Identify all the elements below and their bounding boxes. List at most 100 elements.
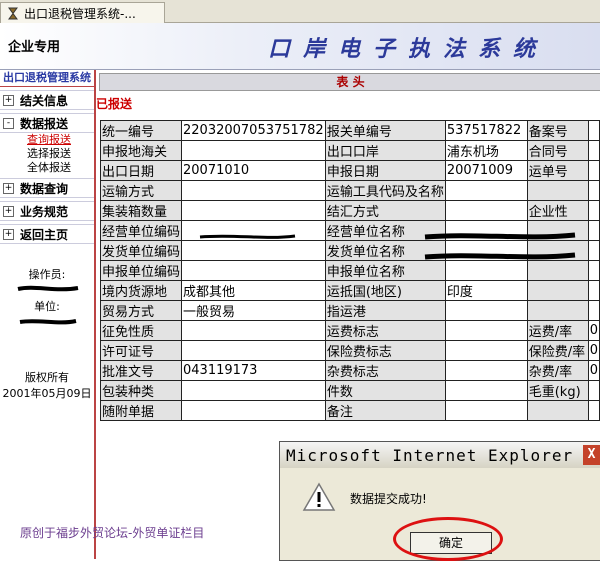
table-row: 征免性质 运费标志 运费/率 0 bbox=[99, 320, 600, 341]
field-value[interactable] bbox=[444, 340, 528, 361]
close-button[interactable]: X bbox=[583, 445, 600, 465]
field-value[interactable] bbox=[181, 320, 326, 341]
field-value[interactable] bbox=[587, 180, 600, 201]
field-label: 发货单位编码 bbox=[99, 240, 183, 261]
field-value[interactable]: 20071009 bbox=[444, 160, 528, 181]
highlight-circle bbox=[393, 517, 503, 561]
field-value[interactable] bbox=[444, 380, 528, 401]
system-name: 口岸电子执法系统 bbox=[268, 36, 549, 62]
hourglass-icon bbox=[6, 6, 20, 20]
table-row: 集装箱数量 结汇方式 企业性 bbox=[99, 200, 600, 221]
copyright-text: 版权所有 bbox=[25, 371, 69, 384]
field-label: 杂费/率 bbox=[526, 360, 589, 381]
field-label: 毛重(kg) bbox=[526, 380, 589, 401]
field-label: 申报日期 bbox=[324, 160, 446, 181]
field-label: 指运港 bbox=[324, 300, 446, 321]
field-value[interactable]: 0 bbox=[587, 320, 600, 341]
field-value[interactable]: 22032007053751782 bbox=[181, 120, 326, 141]
field-value[interactable]: 537517822 bbox=[444, 120, 528, 141]
field-label bbox=[526, 180, 589, 201]
expand-icon[interactable]: + bbox=[3, 182, 14, 194]
field-label: 运抵国(地区) bbox=[324, 280, 446, 301]
sidebar-item-customs-info[interactable]: + 结关信息 bbox=[0, 90, 94, 110]
header-banner: 企业专用 口岸电子执法系统 bbox=[0, 23, 600, 70]
field-value[interactable]: 0 bbox=[587, 340, 600, 361]
field-value[interactable] bbox=[444, 200, 528, 221]
sidebar-item-label: 返回主页 bbox=[20, 227, 69, 242]
sidebar-subitem-query-submit[interactable]: 查询报送 bbox=[27, 133, 94, 147]
field-value[interactable] bbox=[587, 120, 600, 141]
field-value[interactable] bbox=[587, 300, 600, 321]
field-label: 运输工具代码及名称 bbox=[324, 180, 446, 201]
field-value[interactable] bbox=[587, 380, 600, 401]
warning-icon bbox=[302, 482, 336, 515]
field-value[interactable]: 一般贸易 bbox=[181, 300, 326, 321]
field-label: 备案号 bbox=[526, 120, 589, 141]
field-value[interactable]: 20071010 bbox=[181, 160, 326, 181]
sidebar-item-label: 业务规范 bbox=[20, 204, 69, 219]
sidebar-subitem-select-submit[interactable]: 选择报送 bbox=[27, 147, 94, 161]
field-value[interactable] bbox=[444, 400, 528, 421]
field-label: 许可证号 bbox=[99, 340, 183, 361]
table-row: 随附单据 备注 bbox=[99, 400, 600, 421]
expand-icon[interactable]: + bbox=[3, 94, 14, 106]
field-label: 运单号 bbox=[526, 160, 589, 181]
field-value[interactable]: 0 bbox=[587, 360, 600, 381]
operator-label: 操作员: bbox=[28, 268, 66, 281]
field-label: 保险费标志 bbox=[324, 340, 446, 361]
field-label: 运输方式 bbox=[99, 180, 183, 201]
field-value[interactable]: 043119173 bbox=[181, 360, 326, 381]
field-value[interactable]: 成都其他 bbox=[181, 280, 326, 301]
field-value[interactable] bbox=[181, 380, 326, 401]
field-value[interactable] bbox=[444, 320, 528, 341]
table-row: 申报地海关 出口口岸 浦东机场 合同号 bbox=[99, 140, 600, 161]
sidebar-subitem-all-submit[interactable]: 全体报送 bbox=[27, 161, 94, 175]
copyright-date: 2001年05月09日 bbox=[2, 387, 92, 400]
field-label: 贸易方式 bbox=[99, 300, 183, 321]
field-value[interactable] bbox=[587, 200, 600, 221]
field-label: 件数 bbox=[324, 380, 446, 401]
dialog-title: Microsoft Internet Explorer bbox=[286, 445, 574, 465]
redaction-mark bbox=[0, 314, 94, 328]
redaction-mark bbox=[0, 282, 94, 296]
unit-label: 单位: bbox=[34, 300, 60, 313]
sidebar-item-business-rules[interactable]: + 业务规范 bbox=[0, 201, 94, 221]
field-label bbox=[526, 300, 589, 321]
field-value[interactable] bbox=[587, 160, 600, 181]
field-label: 出口日期 bbox=[99, 160, 183, 181]
sidebar-item-label: 数据报送 bbox=[20, 116, 69, 131]
field-value[interactable] bbox=[181, 400, 326, 421]
redaction-marks bbox=[199, 232, 576, 260]
sidebar-item-data-query[interactable]: + 数据查询 bbox=[0, 178, 94, 198]
table-row: 境内货源地 成都其他 运抵国(地区) 印度 bbox=[99, 280, 600, 301]
field-value[interactable] bbox=[181, 140, 326, 161]
collapse-icon[interactable]: - bbox=[3, 117, 14, 129]
sidebar: 出口退税管理系统 + 结关信息 - 数据报送 查询报送 选择报送 全体报送 + … bbox=[0, 70, 96, 559]
sidebar-item-data-submit[interactable]: - 数据报送 bbox=[0, 113, 94, 133]
field-value[interactable] bbox=[444, 360, 528, 381]
copyright: 版权所有 2001年05月09日 bbox=[0, 370, 94, 402]
sidebar-item-home[interactable]: + 返回主页 bbox=[0, 224, 94, 244]
field-label: 申报单位编码 bbox=[99, 260, 183, 281]
field-value[interactable]: 浦东机场 bbox=[444, 140, 528, 161]
field-label: 征免性质 bbox=[99, 320, 183, 341]
field-label: 批准文号 bbox=[99, 360, 183, 381]
browser-tab-strip: 出口退税管理系统-... bbox=[0, 0, 600, 23]
field-value[interactable] bbox=[587, 280, 600, 301]
field-value[interactable] bbox=[587, 140, 600, 161]
expand-icon[interactable]: + bbox=[3, 228, 14, 240]
field-value[interactable] bbox=[587, 400, 600, 421]
expand-icon[interactable]: + bbox=[3, 205, 14, 217]
field-value[interactable] bbox=[181, 200, 326, 221]
field-value[interactable]: 印度 bbox=[444, 280, 528, 301]
field-value[interactable] bbox=[181, 340, 326, 361]
field-value[interactable] bbox=[444, 180, 528, 201]
field-value[interactable] bbox=[444, 300, 528, 321]
field-label: 集装箱数量 bbox=[99, 200, 183, 221]
browser-tab[interactable]: 出口退税管理系统-... bbox=[0, 2, 165, 23]
dialog-message: 数据提交成功! bbox=[350, 492, 427, 506]
declaration-form-table: 统一编号 22032007053751782 报关单编号 537517822 备案号 申报… bbox=[99, 120, 600, 421]
sidebar-item-label: 结关信息 bbox=[20, 93, 69, 108]
field-value[interactable] bbox=[181, 180, 326, 201]
field-label: 结汇方式 bbox=[324, 200, 446, 221]
